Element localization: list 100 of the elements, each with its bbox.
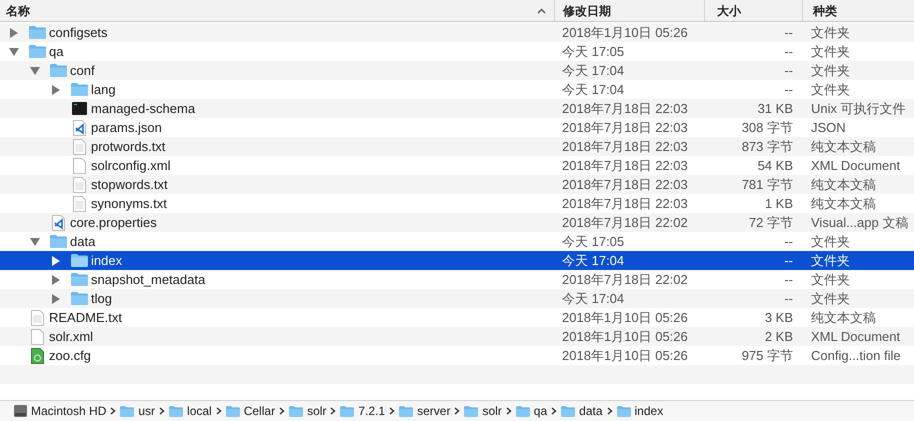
- file-name: solr.xml: [49, 328, 94, 346]
- file-row[interactable]: core.properties 2018年7月18日 22:02 72 字节 Visual...app 文稿: [0, 213, 914, 232]
- folder-icon: [71, 254, 88, 267]
- file-kind: Config...tion file: [810, 346, 902, 365]
- modified-date: 今天 17:04: [561, 252, 626, 270]
- file-size: 308 字节: [742, 118, 793, 137]
- modified-date: 2018年7月18日 22:02: [561, 214, 689, 232]
- path-item[interactable]: index: [616, 402, 664, 420]
- collapse-triangle-icon[interactable]: [9, 46, 19, 56]
- folder-icon: [169, 406, 184, 416]
- modified-date: 今天 17:04: [561, 290, 626, 308]
- chevron-right-icon: [330, 407, 336, 415]
- expand-triangle-icon[interactable]: [51, 294, 61, 304]
- modified-date: 2018年7月18日 22:03: [561, 156, 689, 175]
- column-heading[interactable]: 种类: [803, 0, 914, 21]
- file-size: 3 KB: [764, 308, 793, 327]
- modified-date: 今天 17:05: [561, 232, 626, 251]
- file-name: qa: [49, 42, 64, 61]
- path-item[interactable]: solr: [464, 402, 502, 420]
- collapse-triangle-icon[interactable]: [30, 66, 40, 76]
- folder-icon: [289, 406, 304, 416]
- file-name: snapshot_metadata: [91, 270, 206, 289]
- path-item[interactable]: server: [399, 402, 450, 420]
- file-name: solrconfig.xml: [91, 156, 170, 175]
- modified-date: 今天 17:04: [561, 62, 626, 80]
- file-size: 1 KB: [764, 194, 793, 213]
- text-file-icon: [73, 138, 86, 154]
- column-heading[interactable]: 修改日期: [555, 0, 705, 21]
- file-row[interactable]: solr.xml 2018年1月10日 05:26 2 KB XML Document: [0, 327, 914, 346]
- file-kind: 纯文本文稿: [810, 176, 877, 194]
- file-size: --: [784, 24, 793, 42]
- file-size: --: [784, 252, 793, 270]
- text-file-icon: [31, 310, 44, 326]
- file-size: 72 字节: [748, 214, 793, 232]
- path-item[interactable]: Macintosh HD: [14, 402, 106, 420]
- file-name: data: [70, 232, 96, 251]
- file-row[interactable]: configsets 2018年1月10日 05:26 -- 文件夹: [0, 23, 914, 42]
- path-item[interactable]: data: [561, 402, 603, 420]
- modified-date: 2018年7月18日 22:03: [561, 100, 689, 118]
- column-heading[interactable]: 名称: [0, 0, 555, 21]
- chevron-right-icon: [216, 407, 222, 415]
- file-kind: 文件夹: [810, 62, 851, 80]
- folder-icon: [561, 406, 576, 416]
- file-row[interactable]: stopwords.txt 2018年7月18日 22:03 781 字节 纯文本文稿: [0, 175, 914, 194]
- file-name: params.json: [91, 118, 162, 137]
- chevron-right-icon: [506, 407, 512, 415]
- terminal-icon: [72, 102, 87, 115]
- file-kind: 文件夹: [810, 252, 851, 270]
- file-size: 2 KB: [764, 328, 793, 346]
- file-size: --: [784, 232, 793, 251]
- expand-triangle-icon[interactable]: [51, 84, 61, 94]
- expand-triangle-icon[interactable]: [9, 28, 19, 38]
- path-item[interactable]: qa: [516, 402, 548, 420]
- file-name: configsets: [49, 24, 108, 42]
- chevron-right-icon: [454, 407, 460, 415]
- folder-icon: [399, 406, 414, 416]
- folder-icon: [340, 406, 354, 416]
- file-size: --: [784, 270, 793, 289]
- modified-date: 2018年7月18日 22:03: [561, 118, 689, 137]
- file-row[interactable]: conf 今天 17:04 -- 文件夹: [0, 61, 914, 80]
- file-name: stopwords.txt: [91, 176, 168, 194]
- path-item[interactable]: local: [169, 402, 212, 420]
- column-heading[interactable]: 大小: [705, 0, 803, 21]
- modified-date: 2018年1月10日 05:26: [561, 328, 689, 346]
- chevron-right-icon: [159, 407, 166, 415]
- file-name: protwords.txt: [91, 138, 166, 156]
- file-kind: 纯文本文稿: [810, 308, 877, 327]
- file-name: managed-schema: [91, 100, 196, 118]
- collapse-triangle-icon[interactable]: [30, 236, 40, 246]
- config-file-icon: [31, 348, 44, 364]
- file-row[interactable]: managed-schema 2018年7月18日 22:03 31 KB Unix 可执行文件: [0, 99, 914, 118]
- chevron-right-icon: [606, 407, 613, 415]
- sort-chevron-icon: [537, 8, 546, 14]
- path-item[interactable]: solr: [289, 402, 326, 420]
- path-item[interactable]: Cellar: [226, 402, 276, 420]
- expand-triangle-icon[interactable]: [51, 274, 61, 284]
- folder-icon: [29, 45, 46, 58]
- file-name: index: [91, 252, 122, 270]
- folder-icon: [29, 26, 46, 39]
- expand-triangle-icon[interactable]: [51, 256, 61, 266]
- folder-icon: [50, 64, 67, 77]
- file-size: 54 KB: [758, 156, 793, 175]
- file-kind: 文件夹: [810, 232, 851, 251]
- path-item[interactable]: usr: [120, 402, 156, 420]
- file-row[interactable]: tlog 今天 17:04 -- 文件夹: [0, 289, 914, 308]
- file-row[interactable]: index 今天 17:04 -- 文件夹: [0, 251, 914, 270]
- file-kind: 纯文本文稿: [810, 138, 877, 156]
- file-name: zoo.cfg: [49, 346, 91, 365]
- folder-icon: [71, 292, 88, 305]
- file-name: conf: [70, 62, 95, 80]
- file-row[interactable]: protwords.txt 2018年7月18日 22:03 873 字节 纯文本文稿: [0, 137, 914, 156]
- file-size: 873 字节: [742, 138, 793, 156]
- file-size: 31 KB: [758, 100, 793, 118]
- file-size: --: [784, 42, 793, 61]
- code-file-icon: [73, 120, 86, 136]
- path-item[interactable]: 7.2.1: [340, 402, 386, 420]
- file-kind: 文件夹: [810, 80, 851, 99]
- file-name: tlog: [91, 290, 112, 308]
- folder-icon: [71, 83, 88, 96]
- modified-date: 今天 17:04: [561, 80, 626, 99]
